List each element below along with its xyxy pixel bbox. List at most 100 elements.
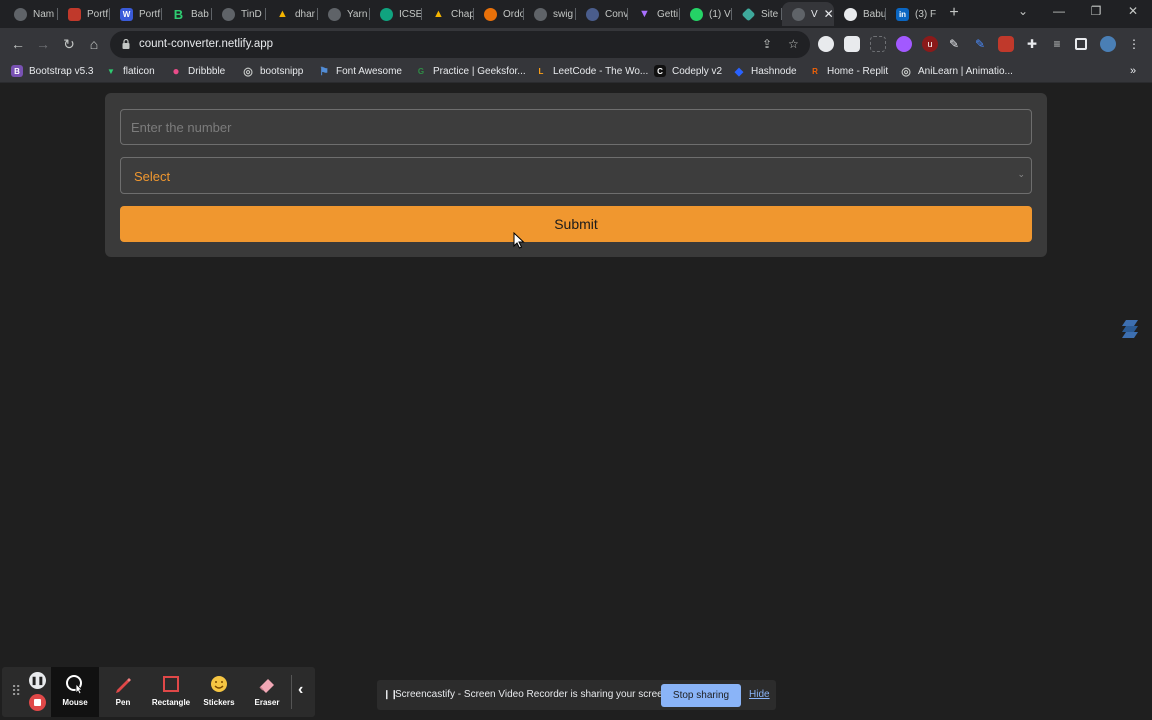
pen-icon (116, 678, 131, 693)
leetcode-icon: L (538, 66, 544, 76)
browser-tab[interactable]: ▲ Chap (422, 2, 474, 26)
flag-icon: ⚑ (319, 65, 329, 78)
globe-icon: ◎ (243, 65, 253, 78)
extension-icon[interactable] (844, 36, 860, 52)
openai-icon (380, 7, 393, 21)
bookmarks-overflow-icon[interactable]: » (1130, 65, 1136, 77)
browser-tab[interactable]: TinD (212, 2, 266, 26)
bookmark-star-icon[interactable]: ☆ (788, 37, 799, 51)
browser-tab[interactable]: Yarn (318, 2, 370, 26)
bookmark-item[interactable]: G Practice | Geeksfor... (415, 65, 526, 77)
chevron-down-icon: ⌄ (1017, 169, 1025, 179)
browser-tab[interactable]: ▼ Getti (628, 2, 680, 26)
screencastify-icon[interactable] (998, 36, 1014, 52)
number-input[interactable] (120, 109, 1032, 145)
bookmark-item[interactable]: ◎ bootsnipp (242, 65, 303, 78)
tool-eraser[interactable]: Eraser (243, 667, 291, 717)
tab-favicon-icon (484, 7, 497, 21)
tab-favicon-icon (328, 7, 341, 21)
tab-favicon-icon (534, 7, 547, 21)
browser-tab[interactable]: W Portf (110, 2, 162, 26)
browser-toolbar: ← → ↻ ⌂ count-converter.netlify.app ⇪ ☆ … (0, 28, 1152, 61)
browser-tab[interactable]: ICSE (370, 2, 422, 26)
bookmark-item[interactable]: ▼ flaticon (105, 65, 155, 77)
back-arrow-icon[interactable]: ← (8, 34, 28, 54)
browser-tab[interactable]: Conv (576, 2, 628, 26)
bookmark-item[interactable]: ● Dribbble (170, 64, 225, 78)
github-icon (844, 7, 857, 21)
browser-tab[interactable]: swig (524, 2, 576, 26)
extension-icon[interactable] (896, 36, 912, 52)
bookmark-item[interactable]: L LeetCode - The Wo... (535, 65, 649, 77)
bookmark-item[interactable]: R Home - Replit (809, 65, 888, 77)
kebab-menu-icon[interactable]: ⋮ (1126, 36, 1142, 52)
drag-handle-icon[interactable]: ⠿ (11, 683, 21, 700)
forward-arrow-icon[interactable]: → (33, 34, 53, 54)
close-tab-icon[interactable]: ✕ (824, 7, 834, 21)
browser-tab[interactable]: (1) V (680, 2, 732, 26)
home-icon[interactable]: ⌂ (84, 34, 104, 54)
pause-icon[interactable]: ❚❚ (29, 672, 46, 689)
tab-favicon-icon: B (173, 6, 184, 22)
reading-list-icon[interactable]: ≡ (1049, 36, 1065, 52)
side-panel-icon[interactable] (1075, 38, 1087, 50)
tool-mouse[interactable]: Mouse (51, 667, 99, 717)
bookmark-item[interactable]: ◆ Hashnode (733, 65, 797, 78)
ublock-icon[interactable]: u (922, 36, 938, 52)
screen-sharing-banner: ❙❙ Screencastify - Screen Video Recorder… (377, 680, 776, 710)
mouse-cursor-icon (513, 232, 525, 249)
submit-button[interactable]: Submit (120, 206, 1032, 242)
rectangle-icon (163, 676, 179, 692)
bookmark-item[interactable]: ◎ AniLearn | Animatio... (900, 65, 1013, 78)
extension-icon[interactable] (870, 36, 886, 52)
smiley-sticker-icon (211, 676, 227, 692)
tab-search-icon[interactable]: ⌄ (1013, 4, 1033, 18)
bootstrap-icon: B (11, 65, 23, 77)
browser-tab[interactable]: Babu (834, 2, 886, 26)
bookmark-item[interactable]: ⚑ Font Awesome (318, 65, 402, 78)
browser-tab[interactable]: Portf (58, 2, 110, 26)
browser-tab[interactable]: ▲ dhar (266, 2, 318, 26)
bookmark-item[interactable]: B Bootstrap v5.3 (11, 65, 93, 77)
avatar[interactable] (1100, 36, 1116, 52)
slanted-bars-logo-icon (1122, 320, 1138, 338)
browser-tab[interactable]: Site (732, 2, 782, 26)
bookmark-item[interactable]: C Codeply v2 (654, 65, 722, 77)
sharing-message: Screencastify - Screen Video Recorder is… (395, 689, 672, 700)
pen-extension-icon[interactable]: ✎ (972, 36, 988, 52)
new-tab-button[interactable]: + (944, 4, 964, 22)
stop-sharing-button[interactable]: Stop sharing (661, 684, 741, 707)
converter-form: Select ⌄ Submit (105, 93, 1047, 257)
tab-strip: Nam Portf W Portf B Bab TinD ▲ dhar Yarn IC… (0, 0, 1152, 28)
collapse-chevron-icon[interactable]: ‹ (298, 681, 303, 699)
linkedin-icon: in (896, 7, 909, 21)
maximize-icon[interactable]: ❐ (1086, 4, 1106, 18)
select-value: Select (134, 169, 171, 184)
drive-icon: ▲ (433, 8, 444, 20)
tool-rectangle[interactable]: Rectangle (147, 667, 195, 717)
browser-tab-active[interactable]: V ✕ (782, 2, 834, 26)
share-icon[interactable]: ⇪ (762, 37, 772, 51)
browser-tab[interactable]: Nam (4, 2, 58, 26)
eraser-icon (259, 679, 274, 693)
netlify-icon (741, 7, 756, 21)
minimize-icon[interactable]: — (1049, 4, 1069, 18)
close-window-icon[interactable]: ✕ (1123, 4, 1143, 18)
vite-icon: ▼ (639, 8, 650, 20)
eyedropper-icon[interactable]: ✎ (946, 36, 962, 52)
dribbble-icon: ● (172, 64, 180, 78)
puzzle-extensions-icon[interactable]: ✚ (1024, 36, 1040, 52)
browser-tab[interactable]: B Bab (162, 2, 212, 26)
reload-icon[interactable]: ↻ (59, 34, 79, 54)
unit-select[interactable]: Select ⌄ (120, 157, 1032, 194)
browser-tab[interactable]: in (3) F (886, 2, 938, 26)
tool-stickers[interactable]: Stickers (195, 667, 243, 717)
whatsapp-icon (690, 7, 703, 21)
globe-icon: ◎ (901, 65, 911, 78)
browser-tab[interactable]: Ordo (474, 2, 524, 26)
tool-pen[interactable]: Pen (99, 667, 147, 717)
hide-banner-link[interactable]: Hide (749, 689, 770, 700)
stop-recording-icon[interactable] (29, 694, 46, 711)
address-bar[interactable]: count-converter.netlify.app ⇪ ☆ (110, 31, 810, 58)
extension-icon[interactable] (818, 36, 834, 52)
